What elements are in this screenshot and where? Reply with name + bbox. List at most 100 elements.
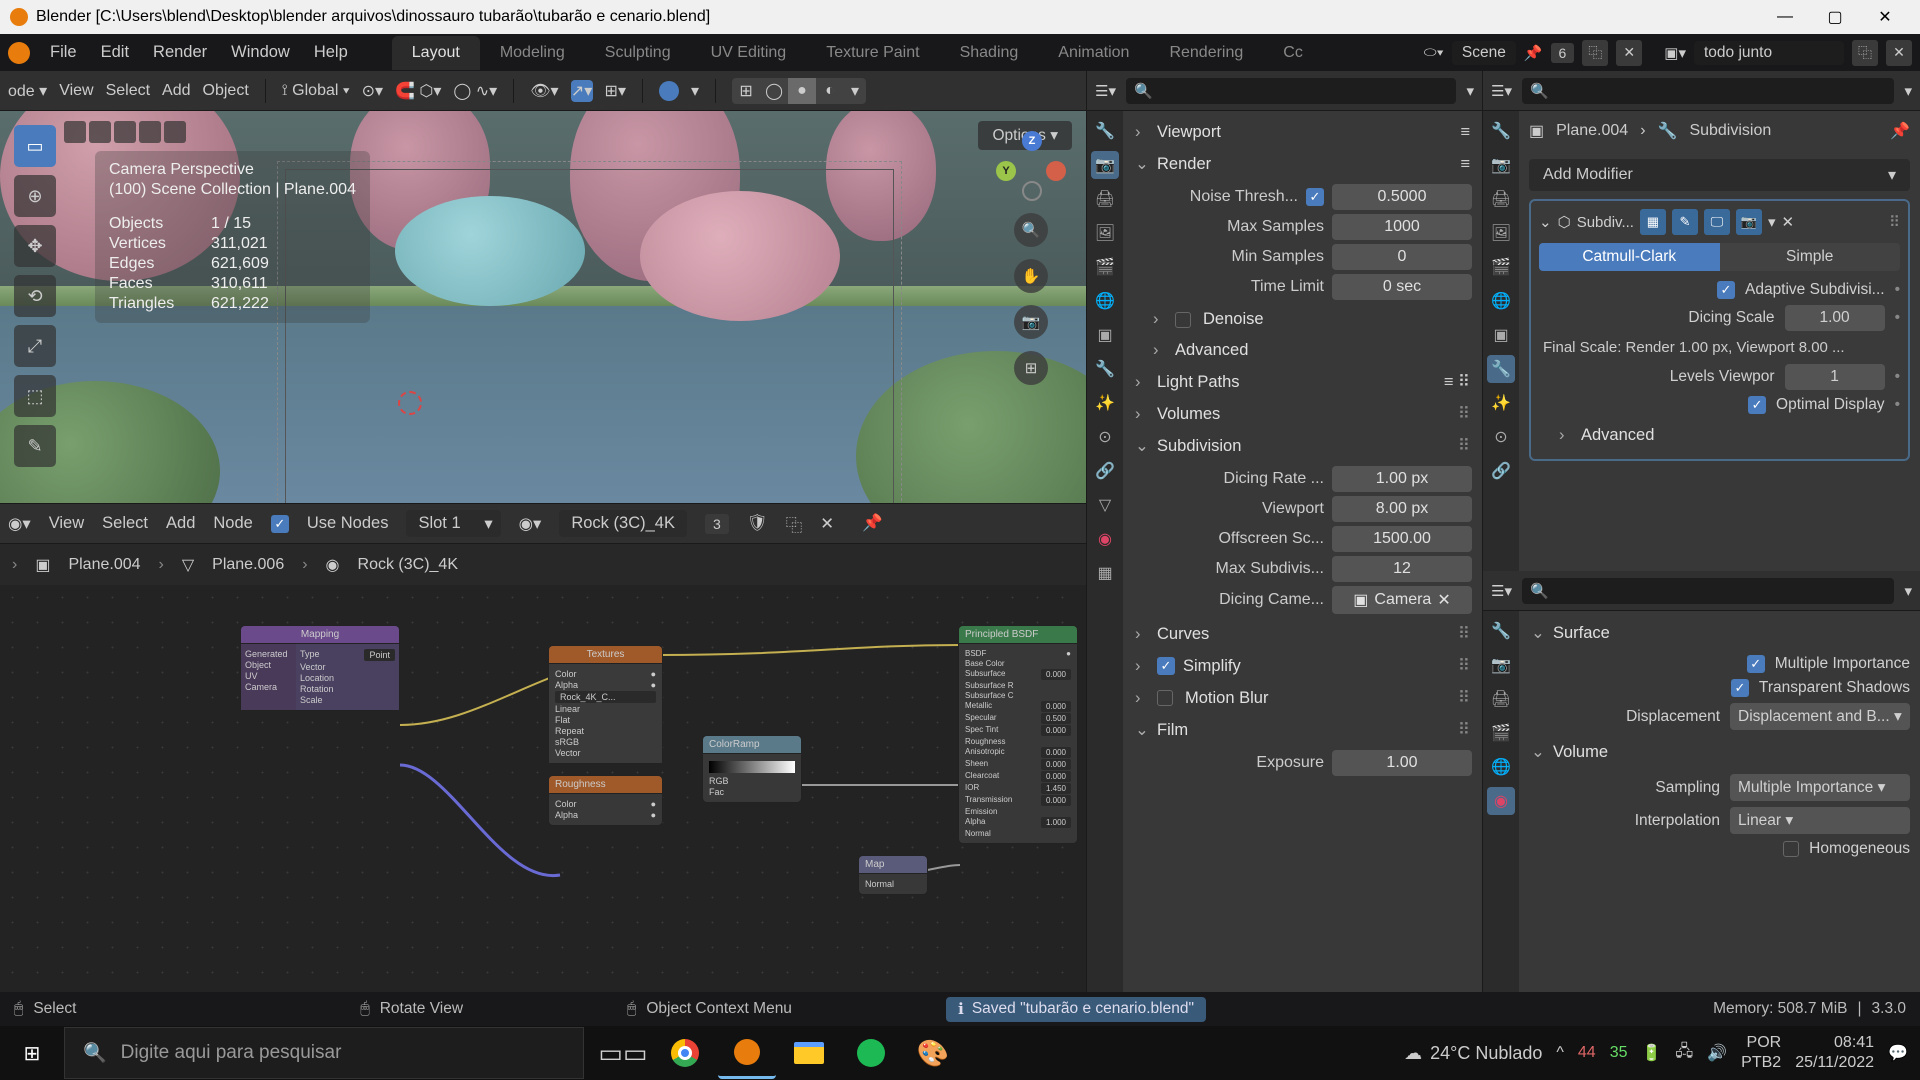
node-normal-map[interactable]: Map Normal [858, 855, 928, 895]
breadcrumb-material[interactable]: Rock (3C)_4K [358, 556, 458, 574]
max-subdiv-input[interactable]: 12 [1332, 556, 1472, 582]
breadcrumb-object[interactable]: Plane.004 [68, 556, 140, 574]
pivot-selector[interactable]: ⊙▾ [362, 81, 383, 101]
wireframe-shading[interactable]: ⊞ [732, 78, 760, 104]
camera-gizmo[interactable]: 📷 [1014, 305, 1048, 339]
section-denoise[interactable]: ›Denoise [1133, 304, 1472, 335]
node-principled-bsdf[interactable]: Principled BSDF BSDF● Base Color Subsurf… [958, 625, 1078, 844]
outliner-search[interactable]: 🔍 [1126, 78, 1456, 104]
editor-type-icon[interactable]: ☰▾ [1491, 582, 1512, 600]
node-editor-canvas[interactable]: Mapping Generated Object UV Camera TypeP… [0, 585, 1086, 992]
levels-viewport-input[interactable]: 1 [1785, 364, 1885, 390]
tray-chevron-icon[interactable]: ^ [1556, 1044, 1564, 1062]
material-shading[interactable]: ● [788, 78, 816, 104]
dicing-scale-input[interactable]: 1.00 [1785, 305, 1885, 331]
taskbar-spotify[interactable] [842, 1027, 900, 1079]
mode-selector[interactable]: ode ▾ [8, 81, 47, 101]
axis-gizmo[interactable]: Z Y [996, 131, 1066, 201]
shading-dropdown[interactable]: ▾ [691, 81, 699, 101]
section-volume[interactable]: ⌄Volume [1529, 736, 1910, 768]
scene-users[interactable]: 6 [1551, 43, 1575, 63]
tray-clock[interactable]: 08:41 25/11/2022 [1795, 1033, 1874, 1073]
workspace-layout[interactable]: Layout [392, 36, 480, 70]
motion-blur-checkbox[interactable] [1157, 690, 1173, 706]
menu-add[interactable]: Add [162, 82, 190, 100]
weather-widget[interactable]: ☁ 24°C Nublado [1404, 1043, 1542, 1064]
tab-tool[interactable]: 🔧 [1091, 117, 1119, 145]
workspace-more[interactable]: Cc [1263, 36, 1323, 70]
displacement-select[interactable]: Displacement and B... ▾ [1730, 703, 1910, 730]
browse-scene-icon[interactable]: ⬭▾ [1424, 44, 1444, 61]
homogeneous-checkbox[interactable] [1783, 841, 1799, 857]
menu-select[interactable]: Select [106, 82, 150, 100]
collapse-icon[interactable]: ⌄ [1539, 213, 1552, 231]
delete-modifier-button[interactable]: ✕ [1781, 213, 1794, 231]
xray-toggle[interactable] [659, 81, 679, 101]
section-light-paths[interactable]: ›Light Paths≡ ⠿ [1133, 366, 1472, 398]
gizmo-toggle[interactable]: ↗▾ [571, 80, 593, 102]
tab-physics[interactable]: ⊙ [1487, 423, 1515, 451]
workspace-rendering[interactable]: Rendering [1149, 36, 1263, 70]
rendered-shading[interactable]: ◐ [816, 78, 844, 104]
tab-render[interactable]: 📷 [1487, 651, 1515, 679]
select-mode-icon[interactable] [64, 121, 86, 143]
delete-layer-button[interactable]: ✕ [1886, 40, 1912, 66]
transform-tool[interactable]: ⬚ [14, 375, 56, 417]
breadcrumb-object[interactable]: Plane.004 [1556, 122, 1628, 140]
add-modifier-button[interactable]: Add Modifier▾ [1529, 159, 1910, 191]
proportional-edit-toggle[interactable]: ◯ ∿▾ [453, 81, 497, 101]
material-slot[interactable]: Slot 1 ▾ [406, 510, 500, 537]
minimize-button[interactable]: — [1760, 0, 1810, 34]
multiple-importance-checkbox[interactable]: ✓ [1747, 655, 1765, 673]
tab-scene[interactable]: 🎬 [1487, 253, 1515, 281]
workspace-sculpting[interactable]: Sculpting [585, 36, 691, 70]
cursor-tool[interactable]: ⊕ [14, 175, 56, 217]
options-button[interactable]: ▾ [1904, 82, 1912, 100]
section-subdivision[interactable]: ⌄Subdivision⠿ [1133, 430, 1472, 462]
tab-scene[interactable]: 🎬 [1091, 253, 1119, 281]
new-scene-button[interactable]: ⿻ [1582, 40, 1608, 66]
taskbar-explorer[interactable] [780, 1027, 838, 1079]
menu-object[interactable]: Object [203, 82, 249, 100]
snap-toggle[interactable]: 🧲 ⬡▾ [395, 81, 441, 101]
start-button[interactable]: ⊞ [0, 1026, 64, 1080]
denoise-checkbox[interactable] [1175, 312, 1191, 328]
section-simplify[interactable]: ›✓Simplify⠿ [1133, 650, 1472, 682]
menu-edit[interactable]: Edit [91, 39, 139, 66]
workspace-animation[interactable]: Animation [1038, 36, 1149, 70]
tab-tool[interactable]: 🔧 [1487, 617, 1515, 645]
dicing-rate-input[interactable]: 1.00 px [1332, 466, 1472, 492]
scene-selector[interactable]: Scene [1452, 41, 1516, 65]
cage-toggle[interactable]: ▦ [1640, 209, 1666, 235]
menu-file[interactable]: File [40, 39, 87, 66]
menu-window[interactable]: Window [221, 39, 300, 66]
task-view-button[interactable]: ▭▭ [594, 1027, 652, 1079]
tab-particles[interactable]: ✨ [1091, 389, 1119, 417]
viewport-toggle[interactable]: 🖵 [1704, 209, 1730, 235]
tab-constraints[interactable]: 🔗 [1487, 457, 1515, 485]
use-nodes-checkbox[interactable]: ✓ [271, 515, 289, 533]
tab-output[interactable]: 🖨 [1091, 185, 1119, 213]
section-viewport[interactable]: ›Viewport≡ [1133, 117, 1472, 148]
min-samples-input[interactable]: 0 [1332, 244, 1472, 270]
material-users[interactable]: 3 [705, 514, 729, 534]
tab-scene[interactable]: 🎬 [1487, 719, 1515, 747]
tab-material[interactable]: ◉ [1091, 525, 1119, 553]
noise-threshold-input[interactable]: 0.5000 [1332, 184, 1472, 210]
node-color-ramp[interactable]: ColorRamp RGB Fac [702, 735, 802, 803]
section-render[interactable]: ⌄Render≡ [1133, 148, 1472, 180]
tab-particles[interactable]: ✨ [1487, 389, 1515, 417]
pan-gizmo[interactable]: ✋ [1014, 259, 1048, 293]
tray-language[interactable]: POR PTB2 [1741, 1033, 1781, 1073]
workspace-modeling[interactable]: Modeling [480, 36, 585, 70]
tab-modifiers[interactable]: 🔧 [1091, 355, 1119, 383]
section-volumes[interactable]: ›Volumes⠿ [1133, 398, 1472, 430]
scale-tool[interactable]: ⤢ [14, 325, 56, 367]
workspace-uv-editing[interactable]: UV Editing [691, 36, 807, 70]
exposure-input[interactable]: 1.00 [1332, 750, 1472, 776]
menu-view[interactable]: View [59, 82, 93, 100]
transparent-shadows-checkbox[interactable]: ✓ [1731, 679, 1749, 697]
workspace-shading[interactable]: Shading [940, 36, 1039, 70]
extras-dropdown[interactable]: ▾ [1768, 213, 1776, 231]
workspace-texture-paint[interactable]: Texture Paint [806, 36, 939, 70]
